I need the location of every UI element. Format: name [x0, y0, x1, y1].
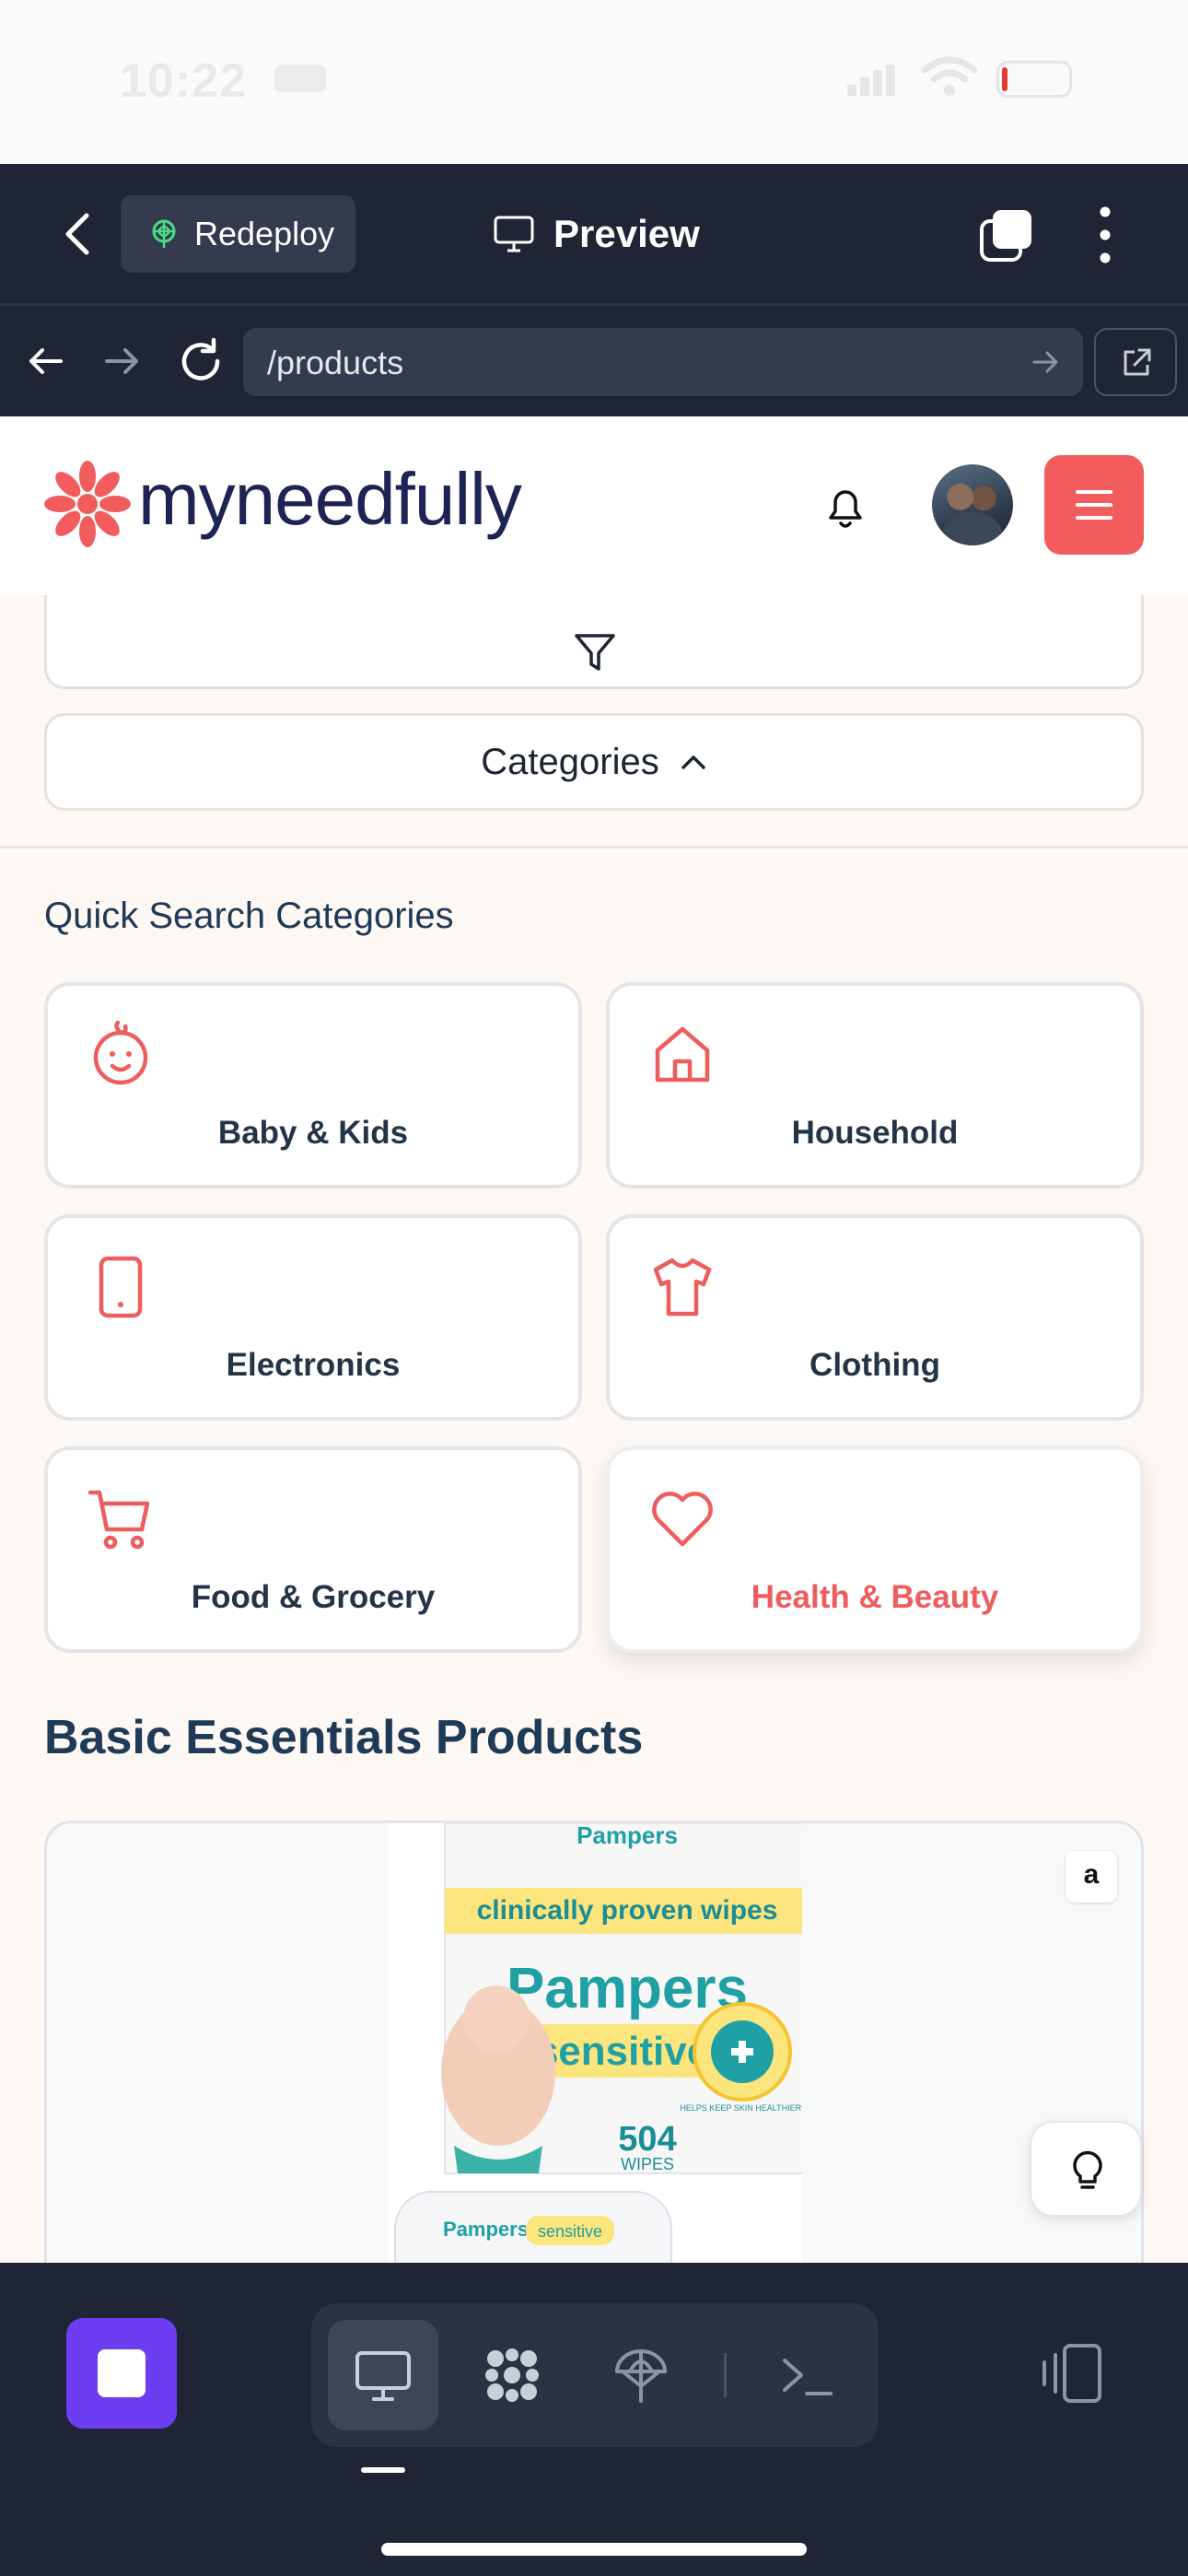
shopping-cart-icon	[87, 1490, 150, 1550]
sleep-mode-icon	[274, 64, 326, 92]
tabs-icon[interactable]	[978, 206, 1035, 263]
terminal-icon	[783, 2359, 833, 2395]
category-card-food-grocery[interactable]: Food & Grocery	[44, 1446, 582, 1653]
cellular-signal-icon	[847, 64, 897, 96]
amazon-retailer-badge: a	[1066, 1851, 1117, 1903]
tool-group	[311, 2303, 879, 2447]
go-arrow-icon[interactable]	[1030, 346, 1061, 378]
preview-title: Preview	[493, 206, 700, 262]
shirt-icon	[653, 1258, 712, 1317]
browser-back-icon[interactable]	[24, 339, 68, 383]
bell-icon[interactable]	[818, 479, 873, 534]
avatar[interactable]	[932, 464, 1013, 545]
browser-forward-icon[interactable]	[99, 339, 144, 383]
heart-icon	[652, 1492, 713, 1547]
apps-grid-icon	[485, 2348, 539, 2402]
site-header: myneedfully	[0, 416, 1188, 595]
more-vertical-icon[interactable]	[1087, 203, 1124, 267]
category-label: Food & Grocery	[191, 1579, 436, 1615]
wifi-icon	[921, 56, 978, 96]
brand-name[interactable]: myneedfully	[138, 457, 522, 542]
lightbulb-icon	[1073, 2150, 1102, 2189]
external-link-icon	[1124, 348, 1151, 376]
product-count-unit: WIPES	[621, 2155, 674, 2173]
browser-bar: /products	[0, 306, 1188, 416]
filter-icon	[575, 634, 615, 671]
product-pack-variant: sensitive	[538, 2222, 602, 2241]
chevron-up-icon	[681, 755, 705, 769]
divider	[0, 846, 1188, 849]
preview-label: Preview	[553, 212, 700, 255]
category-label: Electronics	[226, 1347, 401, 1383]
logo-icon[interactable]	[42, 459, 133, 549]
deploy-icon	[152, 219, 176, 248]
category-card-clothing[interactable]: Clothing	[606, 1214, 1144, 1421]
product-count: 504	[618, 2120, 676, 2159]
redeploy-label: Redeploy	[194, 215, 335, 252]
tablet-icon	[99, 1256, 143, 1318]
categories-label: Categories	[481, 741, 659, 782]
category-label: Baby & Kids	[217, 1115, 409, 1151]
app-header: Redeploy Preview	[0, 164, 1188, 306]
reload-icon[interactable]	[175, 335, 227, 387]
monitor-icon	[494, 216, 534, 252]
category-card-household[interactable]: Household	[606, 982, 1144, 1188]
home-indicator	[381, 2543, 807, 2556]
terminal-tool-button[interactable]	[751, 2320, 862, 2430]
apps-tool-button[interactable]	[457, 2320, 567, 2430]
product-pack-brand: Pampers	[443, 2218, 529, 2241]
product-banner: clinically proven wipes	[477, 1895, 778, 1926]
filter-button[interactable]	[44, 595, 1144, 689]
main-content: Categories Quick Search Categories Baby …	[0, 595, 1188, 2263]
desktop-icon	[355, 2351, 411, 2401]
url-text: /products	[267, 344, 404, 381]
hint-button[interactable]	[1030, 2121, 1142, 2217]
menu-button[interactable]	[1044, 455, 1144, 555]
baby-face-icon	[93, 1021, 148, 1085]
active-tool-indicator	[361, 2467, 405, 2473]
category-label: Household	[791, 1115, 959, 1151]
category-label: Clothing	[809, 1347, 940, 1383]
tool-separator	[724, 2353, 727, 2397]
product-card[interactable]: Pampers clinically proven wipes Pampers …	[44, 1821, 1144, 2263]
category-card-health-beauty[interactable]: Health & Beauty	[606, 1446, 1144, 1653]
hamburger-icon	[1076, 490, 1112, 520]
stop-button[interactable]	[66, 2318, 177, 2429]
redeploy-button[interactable]: Redeploy	[121, 195, 355, 273]
status-bar: 10:22	[0, 0, 1188, 164]
product-seal: HELPS KEEP SKIN HEALTHIER*	[680, 2103, 802, 2113]
products-section-title: Basic Essentials Products	[44, 1711, 644, 1764]
quick-search-title: Quick Search Categories	[44, 896, 454, 936]
url-input[interactable]: /products	[243, 328, 1083, 396]
battery-icon	[996, 61, 1072, 98]
deploy-icon	[615, 2349, 667, 2403]
device-preview-icon[interactable]	[1031, 2340, 1105, 2406]
product-image: Pampers clinically proven wipes Pampers …	[388, 1823, 802, 2263]
categories-toggle-button[interactable]: Categories	[44, 713, 1144, 811]
product-brand: Pampers	[507, 1957, 748, 2020]
category-label: Health & Beauty	[751, 1579, 999, 1615]
status-time: 10:22	[120, 54, 247, 108]
category-card-baby-kids[interactable]: Baby & Kids	[44, 982, 582, 1188]
deploy-tool-button[interactable]	[586, 2320, 696, 2430]
house-icon	[655, 1026, 710, 1083]
open-external-button[interactable]	[1094, 328, 1177, 396]
product-top-brand: Pampers	[577, 1823, 678, 1849]
category-card-electronics[interactable]: Electronics	[44, 1214, 582, 1421]
product-variant: sensitive	[536, 2029, 709, 2074]
back-chevron-icon[interactable]	[55, 208, 103, 260]
desktop-tool-button[interactable]	[328, 2320, 438, 2430]
bottom-toolbar	[0, 2263, 1188, 2576]
